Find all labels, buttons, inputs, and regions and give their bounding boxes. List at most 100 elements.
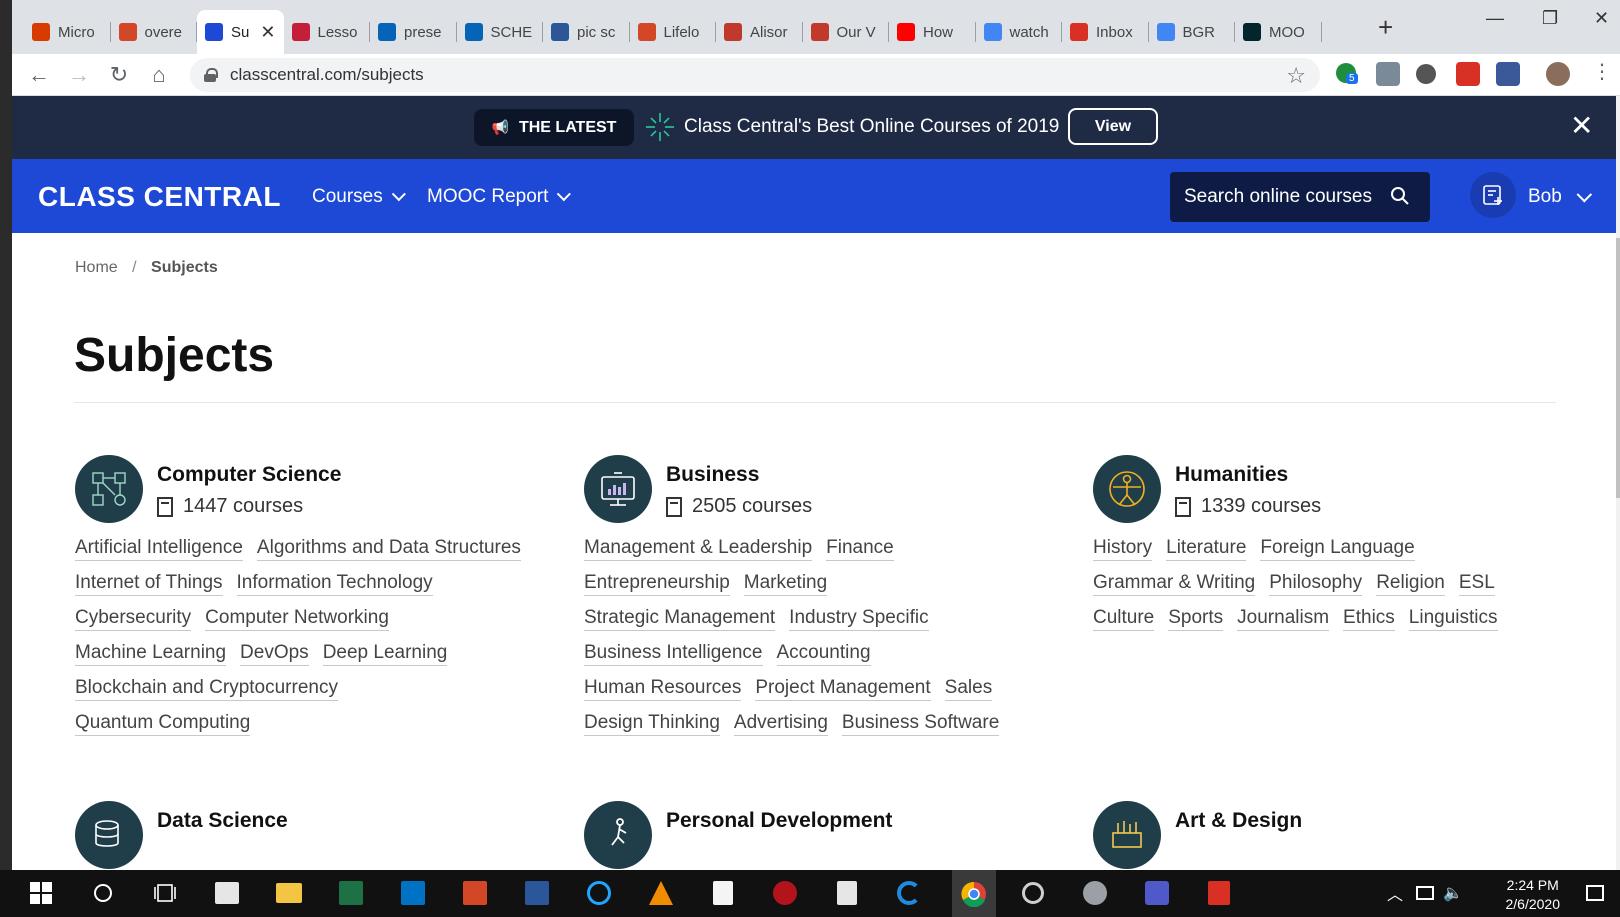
browser-tab[interactable]: Micro xyxy=(24,10,111,54)
edge-icon[interactable] xyxy=(894,878,924,908)
system-clock[interactable]: 2:24 PM 2/6/2020 xyxy=(1506,876,1561,914)
extension-pdf-icon[interactable] xyxy=(1456,62,1480,86)
forward-icon[interactable]: → xyxy=(64,60,94,90)
scrollbar[interactable] xyxy=(1616,96,1620,870)
tray-chevron-icon[interactable]: ︿ xyxy=(1380,878,1410,908)
subtopic-link[interactable]: Ethics xyxy=(1343,607,1395,631)
notifications-icon[interactable] xyxy=(1580,878,1610,908)
restore-icon[interactable]: ❐ xyxy=(1542,8,1558,29)
subtopic-link[interactable]: Business Intelligence xyxy=(584,642,763,666)
tab-close-icon[interactable]: ✕ xyxy=(254,22,275,43)
subject-name[interactable]: Humanities xyxy=(1175,463,1288,487)
browser-tab[interactable]: Our V xyxy=(803,10,889,54)
subtopic-link[interactable]: DevOps xyxy=(240,642,309,666)
subtopic-link[interactable]: Grammar & Writing xyxy=(1093,572,1256,596)
app-white-icon[interactable] xyxy=(708,878,738,908)
subtopic-link[interactable]: Strategic Management xyxy=(584,607,776,631)
subtopic-link[interactable]: Sports xyxy=(1168,607,1224,631)
subtopic-link[interactable]: Linguistics xyxy=(1408,607,1498,631)
class-central-logo[interactable]: CLASS CENTRAL xyxy=(38,181,281,213)
volume-icon[interactable]: 🔈 xyxy=(1438,878,1468,908)
subtopic-link[interactable]: Journalism xyxy=(1237,607,1330,631)
subtopic-link[interactable]: Blockchain and Cryptocurrency xyxy=(75,677,338,701)
search-input[interactable]: Search online courses xyxy=(1170,172,1430,222)
view-button[interactable]: View xyxy=(1068,108,1158,145)
address-bar[interactable]: classcentral.com/subjects ☆ xyxy=(190,58,1320,92)
browser-tab[interactable]: SCHE xyxy=(457,10,543,54)
store-icon[interactable] xyxy=(212,878,242,908)
subtopic-link[interactable]: Design Thinking xyxy=(584,712,720,736)
subtopic-link[interactable]: History xyxy=(1093,537,1153,561)
profile-avatar[interactable] xyxy=(1546,62,1570,86)
subtopic-link[interactable]: Computer Networking xyxy=(205,607,389,631)
windows-start-icon[interactable] xyxy=(26,878,56,908)
file-explorer-icon[interactable] xyxy=(274,878,304,908)
subtopic-link[interactable]: Deep Learning xyxy=(322,642,448,666)
menu-dots-icon[interactable]: ⋮ xyxy=(1592,62,1612,86)
my-list-button[interactable] xyxy=(1470,172,1516,218)
search-circle-icon[interactable] xyxy=(88,878,118,908)
subtopic-link[interactable]: Cybersecurity xyxy=(75,607,192,631)
subject-name[interactable]: Art & Design xyxy=(1175,809,1302,833)
powerpoint-icon[interactable] xyxy=(460,878,490,908)
breadcrumb-home[interactable]: Home xyxy=(75,259,118,276)
browser-tab[interactable]: Inbox xyxy=(1062,10,1149,54)
subtopic-link[interactable]: Philosophy xyxy=(1269,572,1363,596)
browser-tab[interactable]: Alisor xyxy=(716,10,803,54)
browser-tab[interactable]: pic sc xyxy=(543,10,630,54)
search-icon[interactable] xyxy=(1390,186,1410,206)
new-tab-button[interactable]: + xyxy=(1378,12,1393,43)
subject-name[interactable]: Business xyxy=(666,463,759,487)
subtopic-link[interactable]: Entrepreneurship xyxy=(584,572,730,596)
task-view-icon[interactable] xyxy=(150,878,180,908)
browser-tab[interactable]: How xyxy=(889,10,976,54)
extension-books-icon[interactable] xyxy=(1376,62,1400,86)
subject-name[interactable]: Data Science xyxy=(157,809,288,833)
app-red-icon[interactable] xyxy=(770,878,800,908)
reload-icon[interactable]: ↻ xyxy=(104,60,134,90)
extension-circle-icon[interactable] xyxy=(1416,64,1436,84)
extension-green-icon[interactable]: 5 xyxy=(1336,63,1358,84)
subtopic-link[interactable]: Foreign Language xyxy=(1260,537,1415,561)
subtopic-link[interactable]: Quantum Computing xyxy=(75,712,251,736)
subtopic-link[interactable]: Literature xyxy=(1166,537,1247,561)
app-gear-icon[interactable] xyxy=(1018,878,1048,908)
user-menu[interactable]: Bob xyxy=(1528,186,1592,208)
subtopic-link[interactable]: Human Resources xyxy=(584,677,742,701)
subtopic-link[interactable]: Culture xyxy=(1093,607,1155,631)
subtopic-link[interactable]: Industry Specific xyxy=(789,607,929,631)
browser-tab[interactable]: watch xyxy=(976,10,1062,54)
subtopic-link[interactable]: Sales xyxy=(944,677,993,701)
subtopic-link[interactable]: Accounting xyxy=(776,642,871,666)
extension-facebook-icon[interactable] xyxy=(1496,62,1520,86)
subtopic-link[interactable]: Machine Learning xyxy=(75,642,227,666)
acrobat-icon[interactable] xyxy=(1204,878,1234,908)
browser-tab[interactable]: Lesso xyxy=(284,10,370,54)
subtopic-link[interactable]: Internet of Things xyxy=(75,572,223,596)
vlc-icon[interactable] xyxy=(646,878,676,908)
browser-tab[interactable]: BGR xyxy=(1149,10,1235,54)
browser-tab[interactable]: Lifelo xyxy=(630,10,716,54)
subtopic-link[interactable]: Business Software xyxy=(841,712,1000,736)
mooc-report-menu[interactable]: MOOC Report xyxy=(427,186,572,208)
minimize-icon[interactable]: — xyxy=(1486,8,1504,29)
subtopic-link[interactable]: Management & Leadership xyxy=(584,537,813,561)
scrollbar-thumb[interactable] xyxy=(1616,238,1620,498)
bookmark-star-icon[interactable]: ☆ xyxy=(1286,63,1306,89)
close-window-icon[interactable]: ✕ xyxy=(1594,8,1609,29)
browser-tab[interactable]: overe xyxy=(111,10,197,54)
chrome-icon[interactable] xyxy=(952,870,996,917)
browser-tab[interactable]: Su ✕ xyxy=(197,10,284,54)
outlook-icon[interactable] xyxy=(398,878,428,908)
subtopic-link[interactable]: ESL xyxy=(1458,572,1495,596)
subtopic-link[interactable]: Advertising xyxy=(733,712,828,736)
subtopic-link[interactable]: Finance xyxy=(826,537,894,561)
teams-icon[interactable] xyxy=(1142,878,1172,908)
subtopic-link[interactable]: Religion xyxy=(1376,572,1445,596)
subject-name[interactable]: Computer Science xyxy=(157,463,341,487)
subtopic-link[interactable]: Project Management xyxy=(755,677,931,701)
back-icon[interactable]: ← xyxy=(24,60,54,90)
subtopic-link[interactable]: Marketing xyxy=(743,572,828,596)
browser-tab[interactable]: prese xyxy=(370,10,457,54)
home-icon[interactable]: ⌂ xyxy=(144,60,174,90)
